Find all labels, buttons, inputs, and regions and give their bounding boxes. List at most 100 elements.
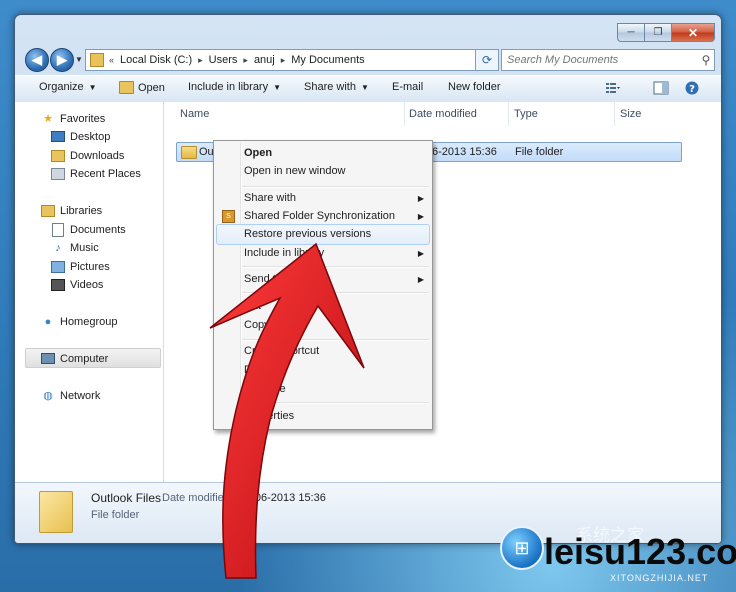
nav-desktop-label: Desktop [70, 130, 111, 143]
menu-item-include-in-library[interactable]: Include in library [244, 247, 324, 259]
submenu-arrow-icon: ▶ [417, 275, 424, 284]
search-icon[interactable]: ⚲ [698, 53, 714, 67]
submenu-arrow-icon: ▶ [417, 194, 424, 203]
address-bar[interactable]: « Local Disk (C:) ▸ Users ▸ anuj ▸ My Do… [85, 49, 499, 71]
nav-computer-label: Computer [60, 352, 109, 365]
column-header-name[interactable]: Name [180, 108, 209, 120]
organize-label: Organize [39, 81, 84, 93]
breadcrumb-local-disk[interactable]: Local Disk (C:) [120, 54, 192, 66]
back-button[interactable]: ◀ [25, 48, 49, 72]
close-button[interactable]: ✕ [671, 23, 715, 42]
address-row: ◀ ▶ ▼ « Local Disk (C:) ▸ Users ▸ anuj ▸… [15, 45, 721, 75]
breadcrumb-anuj[interactable]: anuj [254, 54, 275, 66]
email-label: E-mail [392, 81, 424, 93]
maximize-button[interactable]: ❐ [644, 23, 671, 42]
nav-videos-label: Videos [70, 278, 104, 291]
pictures-icon [51, 260, 65, 273]
watermark: ⊞ 系统之家 leisu123.com XITONGZHIJIA.NET [494, 516, 736, 588]
desktop-icon [51, 130, 65, 143]
menu-separator [242, 266, 429, 268]
menu-item-shared-folder-sync[interactable]: Shared Folder Synchronization [244, 210, 395, 222]
caption-buttons: ─ ❐ ✕ [617, 23, 715, 42]
navigation-pane: ★ Favorites Desktop Downloads Recent Pla… [15, 102, 164, 482]
nav-computer[interactable]: Computer [41, 352, 108, 365]
nav-homegroup[interactable]: ● Homegroup [41, 315, 118, 328]
menu-item-copy[interactable]: Copy [244, 319, 270, 331]
breadcrumb-users[interactable]: Users [209, 54, 238, 66]
menu-item-properties[interactable]: Properties [244, 410, 294, 422]
recent-pages-dropdown[interactable]: ▼ [75, 55, 83, 64]
include-in-library-button[interactable]: Include in library ▼ [188, 81, 281, 93]
details-file-type: File folder [91, 509, 140, 521]
help-icon[interactable]: ? [684, 81, 700, 95]
menu-item-open-in-new-window[interactable]: Open in new window [244, 165, 346, 177]
breadcrumb-separator[interactable]: ▸ [198, 55, 203, 66]
context-menu: Open Open in new window Share with ▶ S S… [213, 140, 433, 430]
refresh-icon: ⟳ [481, 53, 493, 67]
command-bar: Organize ▼ Open Include in library ▼ Sha… [15, 75, 721, 103]
menu-item-send-to[interactable]: Send to [244, 273, 282, 285]
menu-item-share-with[interactable]: Share with [244, 192, 296, 204]
videos-icon [51, 278, 65, 291]
watermark-text: leisu123.com [544, 531, 736, 572]
nav-documents[interactable]: Documents [51, 222, 126, 237]
nav-libraries[interactable]: Libraries [41, 204, 102, 217]
open-folder-icon [119, 81, 134, 94]
organize-button[interactable]: Organize ▼ [39, 81, 97, 93]
nav-music[interactable]: ♪ Music [51, 241, 98, 254]
new-folder-button[interactable]: New folder [448, 81, 501, 93]
breadcrumb-overflow[interactable]: « [109, 55, 114, 65]
nav-videos[interactable]: Videos [51, 278, 103, 291]
nav-pictures[interactable]: Pictures [51, 260, 110, 273]
change-view-icon[interactable] [605, 81, 621, 95]
breadcrumb-my-documents[interactable]: My Documents [291, 54, 364, 66]
sync-icon: S [222, 210, 235, 223]
details-file-name: Outlook Files [91, 491, 162, 505]
column-header-size[interactable]: Size [620, 108, 641, 120]
share-with-label: Share with [304, 81, 356, 93]
details-date-label: Date modified: [162, 492, 233, 504]
menu-item-create-shortcut[interactable]: Create shortcut [244, 345, 319, 357]
breadcrumb-separator[interactable]: ▸ [243, 55, 248, 66]
column-divider[interactable] [508, 102, 509, 126]
share-with-button[interactable]: Share with ▼ [304, 81, 369, 93]
menu-item-rename[interactable]: Rename [244, 383, 286, 395]
menu-separator [242, 339, 429, 341]
file-type: File folder [515, 146, 564, 158]
documents-icon [51, 222, 65, 237]
search-box[interactable]: ⚲ [501, 49, 715, 71]
watermark-subtext: XITONGZHIJIA.NET [610, 573, 709, 583]
chevron-down-icon: ▼ [360, 82, 369, 92]
column-header-date-modified[interactable]: Date modified [409, 108, 477, 120]
nav-documents-label: Documents [70, 223, 126, 236]
open-label: Open [138, 81, 165, 94]
folder-icon [181, 146, 197, 159]
details-date-value: 15-06-2013 15:36 [239, 492, 326, 504]
chevron-down-icon: ▼ [88, 82, 97, 92]
preview-pane-icon[interactable] [653, 81, 669, 95]
nav-network[interactable]: ◍ Network [41, 389, 100, 403]
breadcrumb-separator[interactable]: ▸ [281, 55, 286, 66]
minimize-button[interactable]: ─ [617, 23, 644, 42]
column-divider[interactable] [614, 102, 615, 126]
email-button[interactable]: E-mail [392, 81, 423, 93]
forward-button[interactable]: ▶ [50, 48, 74, 72]
submenu-arrow-icon: ▶ [417, 249, 424, 258]
open-button[interactable]: Open [119, 81, 165, 94]
nav-recent-places[interactable]: Recent Places [51, 167, 141, 180]
column-divider[interactable] [404, 102, 405, 126]
column-header-type[interactable]: Type [514, 108, 538, 120]
refresh-button[interactable]: ⟳ [475, 49, 499, 71]
menu-item-delete[interactable]: Delete [244, 364, 276, 376]
menu-item-open[interactable]: Open [244, 147, 272, 159]
folder-icon [39, 491, 73, 533]
search-input[interactable] [502, 53, 698, 67]
nav-favorites[interactable]: ★ Favorites [41, 112, 105, 126]
nav-downloads[interactable]: Downloads [51, 149, 124, 162]
menu-item-restore-previous-versions[interactable]: Restore previous versions [244, 228, 371, 240]
nav-desktop[interactable]: Desktop [51, 130, 110, 143]
menu-item-cut[interactable]: Cut [244, 300, 261, 312]
submenu-arrow-icon: ▶ [417, 212, 424, 221]
libraries-icon [41, 204, 55, 217]
nav-pictures-label: Pictures [70, 260, 110, 273]
